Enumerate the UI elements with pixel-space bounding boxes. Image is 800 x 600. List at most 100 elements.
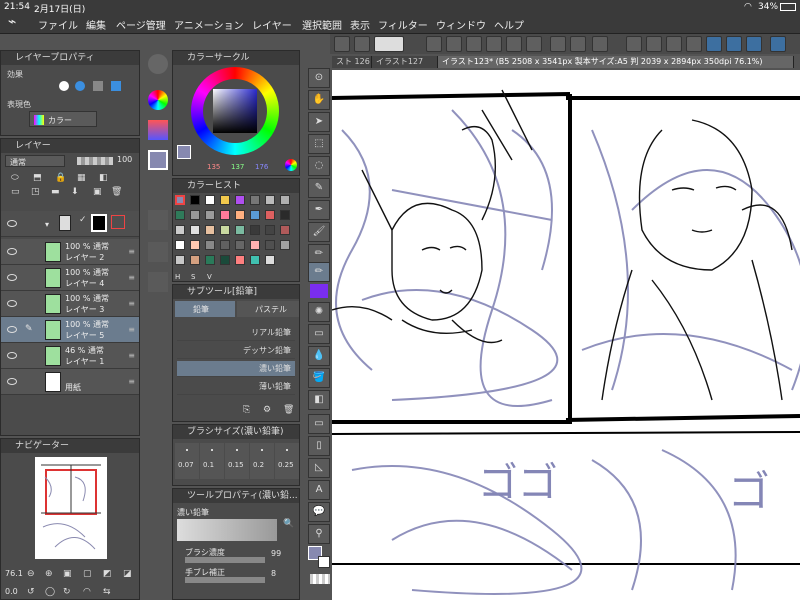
brush-density-slider[interactable]	[185, 557, 265, 563]
layer-menu-icon[interactable]: ≡	[128, 299, 135, 308]
menu-animation[interactable]: アニメーション	[174, 17, 244, 32]
tool-property-dock-icon[interactable]	[148, 210, 168, 230]
blend-tool-icon[interactable]: 💧	[308, 346, 330, 366]
subtool-item[interactable]: デッサン鉛筆	[177, 343, 295, 359]
copy-subtool-icon[interactable]: ⎘	[243, 405, 250, 415]
color-mode-toggle-icon[interactable]	[285, 159, 297, 171]
zoom-out-icon[interactable]: ⊖	[27, 569, 35, 579]
visibility-eye-icon[interactable]	[7, 248, 17, 255]
menu-file[interactable]: ファイル	[38, 17, 78, 32]
menu-edit[interactable]: 編集	[86, 17, 106, 32]
tool-settings-icon[interactable]: 🔍	[283, 519, 294, 529]
color-history-swatch[interactable]	[265, 225, 275, 235]
lock-icon[interactable]: 🔒	[55, 173, 66, 183]
color-history-swatch[interactable]	[205, 255, 215, 265]
color-history-swatch[interactable]	[235, 225, 245, 235]
color-history-swatch[interactable]	[250, 240, 260, 250]
brush-tool-icon[interactable]: 🖌	[308, 222, 330, 242]
rotate-left-icon[interactable]: ↺	[27, 587, 35, 597]
color-history-swatch[interactable]	[190, 225, 200, 235]
pencil-active-tool-icon[interactable]: ✏	[308, 262, 330, 282]
pencil-tool-icon[interactable]: ✏	[308, 244, 330, 264]
dock-logo-icon[interactable]	[148, 54, 168, 74]
color-slider-dock-icon[interactable]	[148, 120, 168, 140]
color-history-swatch[interactable]	[205, 195, 215, 205]
color-history-swatch[interactable]	[250, 225, 260, 235]
color-history-swatch[interactable]	[190, 240, 200, 250]
visibility-eye-icon[interactable]	[7, 378, 17, 385]
background-color-swatch[interactable]	[318, 556, 330, 568]
mask-icon[interactable]: ◧	[99, 173, 108, 183]
color-history-swatch[interactable]	[235, 195, 245, 205]
layer-menu-icon[interactable]: ≡	[128, 325, 135, 334]
brush-size-option[interactable]: 0.07	[175, 443, 199, 479]
color-history-swatch[interactable]	[220, 195, 230, 205]
layer-menu-icon[interactable]: ≡	[128, 351, 135, 360]
brush-size-option[interactable]: 0.15	[225, 443, 249, 479]
gradient-tool-icon[interactable]: ◧	[308, 390, 330, 410]
rotate-right-icon[interactable]: ↻	[63, 587, 71, 597]
reference-layer-icon[interactable]: ⬒	[33, 173, 42, 183]
main-color-swatch[interactable]	[177, 145, 191, 159]
correction-tool-icon[interactable]: ⚲	[308, 524, 330, 544]
color-history-swatch[interactable]	[220, 225, 230, 235]
color-history-swatch[interactable]	[220, 255, 230, 265]
flip-vertical-icon[interactable]: ◪	[123, 569, 132, 579]
layer-menu-icon[interactable]: ≡	[128, 247, 135, 256]
fit-to-screen-icon[interactable]: ▣	[63, 569, 72, 579]
flip-horizontal-icon[interactable]: ◩	[103, 569, 112, 579]
delete-layer-icon[interactable]: 🗑	[111, 187, 122, 197]
color-history-swatch[interactable]	[205, 240, 215, 250]
fill-tool-icon[interactable]: 🪣	[308, 368, 330, 388]
color-history-swatch[interactable]	[175, 210, 185, 220]
rotation-value[interactable]: 0.0	[5, 587, 18, 596]
tone-effect-icon[interactable]	[75, 81, 85, 91]
pattern-effect-icon[interactable]	[93, 81, 103, 91]
brush-size-option[interactable]: 0.2	[250, 443, 274, 479]
tool-color-swatch[interactable]	[310, 284, 328, 298]
pen-tool-icon[interactable]: ✒	[308, 200, 330, 220]
color-history-swatch[interactable]	[190, 195, 200, 205]
color-history-swatch[interactable]	[205, 225, 215, 235]
border-effect-icon[interactable]	[59, 81, 69, 91]
document-tab[interactable]: イラスト127	[372, 56, 438, 68]
subtool-dock-icon[interactable]	[148, 242, 168, 262]
layer-row[interactable]: 100 % 通常 レイヤー 4 ≡	[1, 265, 139, 291]
color-history-swatch[interactable]	[280, 225, 290, 235]
zoom-in-icon[interactable]: ⊕	[45, 569, 53, 579]
brush-size-option[interactable]: 0.25	[275, 443, 299, 479]
navigator-preview[interactable]	[35, 457, 107, 559]
layer-row[interactable]: ✎ 100 % 通常 レイヤー 5 ≡	[1, 317, 139, 343]
visibility-eye-icon[interactable]	[7, 326, 17, 333]
airbrush-tool-icon[interactable]: ✺	[308, 302, 330, 322]
transparent-color-swatch[interactable]	[310, 574, 330, 584]
drawing-canvas[interactable]: ゴゴ ゴ	[332, 70, 800, 600]
stabilization-value[interactable]: 8	[271, 569, 276, 578]
layer-row[interactable]: 100 % 通常 レイヤー 3 ≡	[1, 291, 139, 317]
opacity-slider[interactable]	[77, 157, 113, 165]
subtool-settings-icon[interactable]: ⚙	[263, 405, 271, 415]
move-tool-icon[interactable]: ➤	[308, 112, 330, 132]
stabilization-slider[interactable]	[185, 577, 265, 583]
layer-menu-icon[interactable]: ≡	[128, 273, 135, 282]
color-set-dock-icon[interactable]	[148, 150, 168, 170]
tab-pastel[interactable]: パステル	[237, 301, 299, 317]
expression-color-select[interactable]: カラー	[29, 111, 97, 127]
delete-subtool-icon[interactable]: 🗑	[283, 405, 294, 415]
color-history-swatch[interactable]	[175, 195, 185, 205]
document-tab[interactable]: スト 126	[332, 56, 372, 68]
actual-size-icon[interactable]: ▢	[83, 569, 92, 579]
visibility-eye-icon[interactable]	[7, 300, 17, 307]
menu-layer[interactable]: レイヤー	[252, 17, 292, 32]
new-raster-layer-icon[interactable]: ▭	[11, 187, 20, 197]
zoom-tool-icon[interactable]: ⊙	[308, 68, 330, 88]
color-history-swatch[interactable]	[190, 210, 200, 220]
new-folder-icon[interactable]: ▬	[51, 187, 60, 197]
color-history-swatch[interactable]	[250, 195, 260, 205]
document-tab[interactable]: イラスト123* (B5 2508 x 3541px 製本サイズ:A5 判 20…	[438, 56, 794, 68]
color-history-swatch[interactable]	[265, 255, 275, 265]
subtool-item[interactable]: 薄い鉛筆	[177, 379, 295, 395]
shape-tool-icon[interactable]: ▯	[308, 436, 330, 456]
color-circle-dock-icon[interactable]	[148, 90, 168, 110]
color-history-swatch[interactable]	[265, 210, 275, 220]
